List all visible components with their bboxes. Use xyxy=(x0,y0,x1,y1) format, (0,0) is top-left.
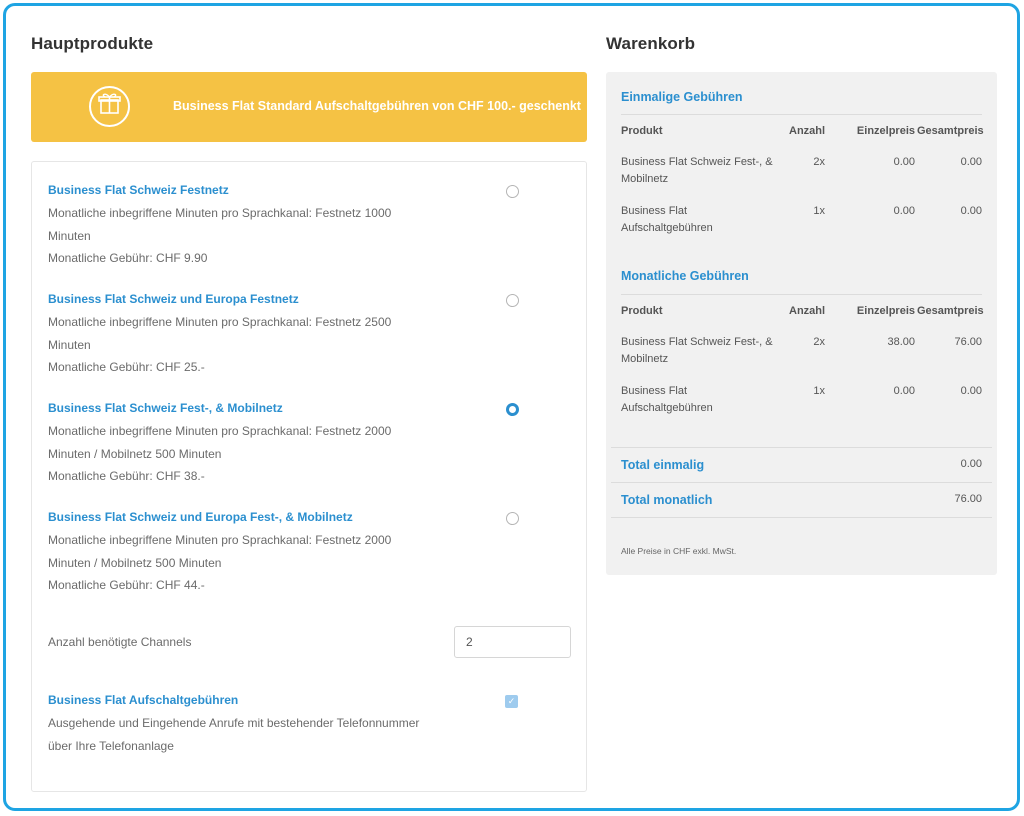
addon-checkbox[interactable]: ✓ xyxy=(505,695,518,708)
monthly-fees-heading: Monatliche Gebühren xyxy=(621,269,749,283)
product-radio-4[interactable] xyxy=(506,512,519,525)
product-description: Monatliche inbegriffene Minuten pro Spra… xyxy=(48,315,392,374)
one-time-fees-heading: Einmalige Gebühren xyxy=(621,90,743,104)
total-monthly-label: Total monatlich xyxy=(621,493,713,507)
product-radio-3[interactable] xyxy=(506,403,519,416)
gift-icon xyxy=(89,86,130,127)
product-radio-2[interactable] xyxy=(506,294,519,307)
divider xyxy=(611,517,992,518)
product-name[interactable]: Business Flat Schweiz Fest-, & Mobilnetz xyxy=(48,399,428,417)
product-radio-1[interactable] xyxy=(506,185,519,198)
product-name[interactable]: Business Flat Schweiz und Europa Festnet… xyxy=(48,290,428,308)
channels-input[interactable] xyxy=(454,626,571,658)
checkmark-icon: ✓ xyxy=(507,696,516,706)
product-name[interactable]: Business Flat Schweiz und Europa Fest-, … xyxy=(48,508,428,526)
price-footnote: Alle Preise in CHF exkl. MwSt. xyxy=(621,546,737,556)
addon-description: Ausgehende und Eingehende Anrufe mit bes… xyxy=(48,716,420,753)
promo-banner-text: Business Flat Standard Aufschaltgebühren… xyxy=(173,99,581,113)
total-monthly-value: 76.00 xyxy=(954,493,982,505)
channels-label: Anzahl benötigte Channels xyxy=(48,635,192,649)
promo-banner: Business Flat Standard Aufschaltgebühren… xyxy=(31,72,587,142)
main-products-title: Hauptprodukte xyxy=(31,34,154,53)
product-name[interactable]: Business Flat Schweiz Festnetz xyxy=(48,181,428,199)
addon-name[interactable]: Business Flat Aufschaltgebühren xyxy=(48,691,428,709)
divider xyxy=(621,294,982,295)
product-option-1[interactable]: Business Flat Schweiz Festnetz Monatlich… xyxy=(48,181,428,270)
product-description: Monatliche inbegriffene Minuten pro Spra… xyxy=(48,206,392,265)
product-description: Monatliche inbegriffene Minuten pro Spra… xyxy=(48,533,392,592)
product-option-3[interactable]: Business Flat Schweiz Fest-, & Mobilnetz… xyxy=(48,399,428,488)
total-one-time-label: Total einmalig xyxy=(621,458,705,472)
divider xyxy=(621,114,982,115)
total-one-time-value: 0.00 xyxy=(960,458,982,470)
divider xyxy=(611,447,992,448)
cart-title: Warenkorb xyxy=(606,34,696,53)
addon-option[interactable]: Business Flat Aufschaltgebühren Ausgehen… xyxy=(48,691,428,757)
cart-panel: Einmalige Gebühren Produkt Anzahl Einzel… xyxy=(606,72,997,575)
products-panel: Business Flat Schweiz Festnetz Monatlich… xyxy=(31,161,587,792)
product-option-4[interactable]: Business Flat Schweiz und Europa Fest-, … xyxy=(48,508,428,597)
divider xyxy=(611,482,992,483)
product-description: Monatliche inbegriffene Minuten pro Spra… xyxy=(48,424,392,483)
product-option-2[interactable]: Business Flat Schweiz und Europa Festnet… xyxy=(48,290,428,379)
main-frame: Hauptprodukte Warenkorb Business Flat St… xyxy=(3,3,1020,811)
